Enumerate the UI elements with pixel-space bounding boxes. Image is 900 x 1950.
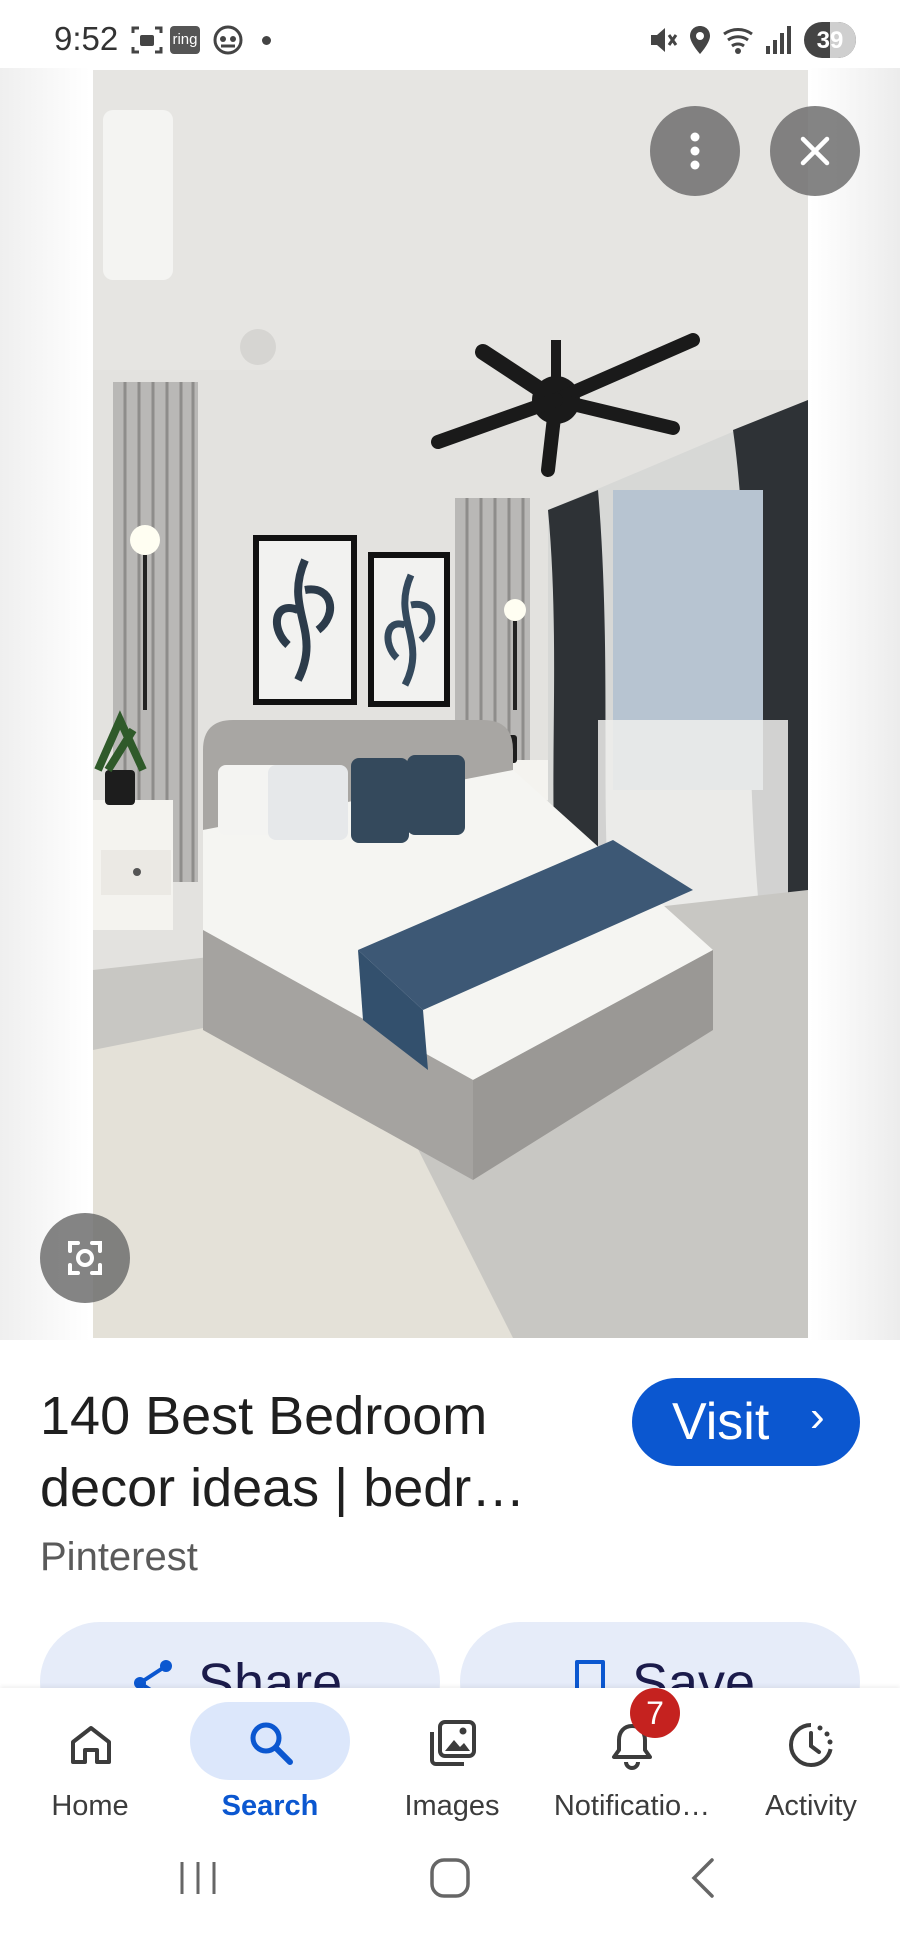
close-button[interactable] [770,106,860,196]
nav-search[interactable]: Search [190,1688,350,1848]
back-icon[interactable] [684,1856,724,1900]
home-system-icon[interactable] [426,1856,474,1900]
lens-icon [68,1241,102,1275]
search-icon [250,1722,293,1765]
battery-icon: 39 [804,22,856,58]
mute-icon [648,24,678,61]
wifi-icon [722,24,758,61]
nav-notifications-label: Notificatio… [553,1790,711,1822]
nav-images-label: Images [404,1790,500,1822]
activity-icon [789,1723,833,1767]
result-title[interactable]: 140 Best Bedroom decor ideas | bedr… [40,1380,600,1524]
nav-activity[interactable]: Activity [736,1688,886,1848]
result-source: Pinterest [40,1535,198,1579]
bottom-navigation: Home Search Images 7 Notificatio… Activi… [0,1688,900,1950]
images-icon [430,1720,476,1766]
visit-label: Visit [672,1393,770,1451]
signal-icon [764,24,792,61]
nav-search-label: Search [221,1790,319,1822]
nav-images[interactable]: Images [372,1688,532,1848]
nav-activity-label: Activity [765,1790,857,1822]
close-icon [800,136,830,166]
status-time: 9:52 [54,20,119,57]
nav-home[interactable]: Home [10,1688,170,1848]
more-options-button[interactable] [650,106,740,196]
bedroom-photo-illustration [93,70,808,1338]
ring-app-icon: ring [170,26,200,54]
recent-apps-icon[interactable] [176,1856,220,1900]
visit-button[interactable]: Visit › [632,1378,860,1466]
chevron-right-icon: › [810,1392,825,1441]
result-image[interactable] [93,70,808,1338]
screenshot-icon [130,24,164,61]
home-icon [71,1726,111,1764]
notification-badge: 7 [630,1688,680,1738]
more-notifications-dot-icon [262,36,271,45]
nav-home-label: Home [51,1790,129,1822]
battery-level: 39 [816,27,844,54]
location-icon [688,24,712,61]
more-vert-icon [690,132,700,170]
lens-search-button[interactable] [40,1213,130,1303]
app-notification-icon [212,24,244,61]
nav-notifications[interactable]: 7 Notificatio… [542,1688,722,1848]
